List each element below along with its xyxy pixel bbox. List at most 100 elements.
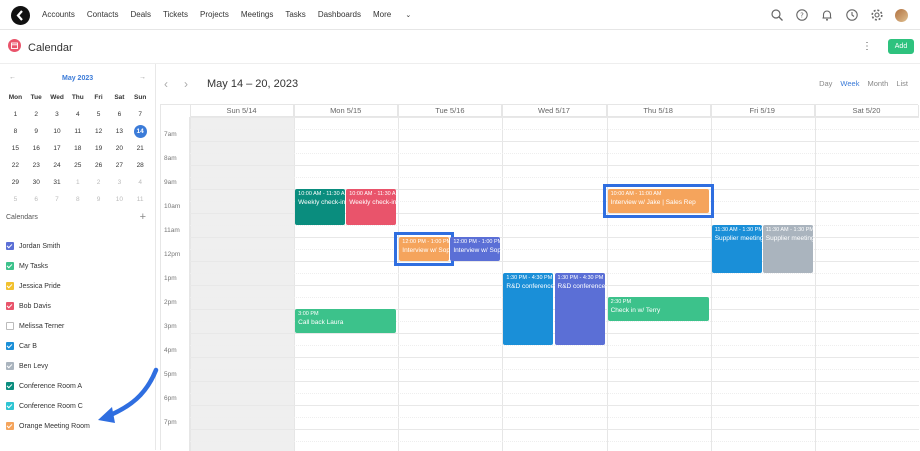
mini-day[interactable]: 15 bbox=[5, 140, 26, 157]
view-option-week[interactable]: Week bbox=[840, 79, 859, 88]
mini-day[interactable]: 2 bbox=[88, 174, 109, 191]
mini-day[interactable]: 31 bbox=[47, 174, 68, 191]
calendar-item[interactable]: Orange Meeting Room bbox=[6, 416, 90, 436]
mini-day[interactable]: 3 bbox=[109, 174, 130, 191]
nav-link-projects[interactable]: Projects bbox=[200, 10, 229, 19]
calendar-checkbox[interactable] bbox=[6, 362, 14, 370]
mini-day[interactable]: 29 bbox=[5, 174, 26, 191]
calendar-item[interactable]: My Tasks bbox=[6, 256, 90, 276]
mini-day[interactable]: 12 bbox=[88, 123, 109, 140]
mini-next-month-icon[interactable]: → bbox=[139, 74, 146, 81]
calendar-event[interactable]: 1:30 PM - 4:30 PM R&D conference bbox=[503, 273, 554, 345]
mini-calendar-month[interactable]: May 2023 bbox=[62, 75, 93, 82]
mini-day[interactable]: 6 bbox=[26, 191, 47, 208]
mini-day[interactable]: 1 bbox=[5, 106, 26, 123]
mini-day[interactable]: 10 bbox=[109, 191, 130, 208]
mini-day[interactable]: 28 bbox=[130, 157, 151, 174]
calendar-checkbox[interactable] bbox=[6, 262, 14, 270]
mini-day[interactable]: 4 bbox=[130, 174, 151, 191]
mini-day[interactable]: 7 bbox=[47, 191, 68, 208]
calendar-event[interactable]: 10:00 AM - 11:30 AM Weekly check-in bbox=[295, 189, 346, 225]
nav-link-deals[interactable]: Deals bbox=[130, 10, 150, 19]
mini-day[interactable]: 13 bbox=[109, 123, 130, 140]
calendar-item[interactable]: Jordan Smith bbox=[6, 236, 90, 256]
mini-day[interactable]: 11 bbox=[130, 191, 151, 208]
mini-day[interactable]: 5 bbox=[88, 106, 109, 123]
mini-day[interactable]: 24 bbox=[47, 157, 68, 174]
bell-icon[interactable] bbox=[820, 8, 834, 22]
search-icon[interactable] bbox=[770, 8, 784, 22]
mini-prev-month-icon[interactable]: ← bbox=[9, 74, 16, 81]
mini-day[interactable]: 3 bbox=[47, 106, 68, 123]
calendar-item[interactable]: Jessica Pride bbox=[6, 276, 90, 296]
calendar-item[interactable]: Melissa Terner bbox=[6, 316, 90, 336]
add-calendar-icon[interactable]: + bbox=[140, 211, 146, 223]
mini-day[interactable]: 26 bbox=[88, 157, 109, 174]
mini-day[interactable]: 25 bbox=[67, 157, 88, 174]
avatar[interactable] bbox=[895, 8, 908, 22]
nav-link-more[interactable]: More ⌄ bbox=[373, 10, 423, 19]
mini-day[interactable]: 20 bbox=[109, 140, 130, 157]
clock-icon[interactable] bbox=[845, 8, 859, 22]
next-week-icon[interactable]: › bbox=[184, 77, 188, 91]
calendar-event[interactable]: 12:00 PM - 1:00 PM Interview w/ Sophie bbox=[450, 237, 501, 261]
mini-day[interactable]: 11 bbox=[67, 123, 88, 140]
calendar-checkbox[interactable] bbox=[6, 242, 14, 250]
calendar-item[interactable]: Conference Room C bbox=[6, 396, 90, 416]
gear-icon[interactable] bbox=[870, 8, 884, 22]
calendar-checkbox[interactable] bbox=[6, 342, 14, 350]
mini-day[interactable]: 22 bbox=[5, 157, 26, 174]
calendar-checkbox[interactable] bbox=[6, 422, 14, 430]
calendar-checkbox[interactable] bbox=[6, 322, 14, 330]
mini-day[interactable]: 7 bbox=[130, 106, 151, 123]
nav-link-tasks[interactable]: Tasks bbox=[285, 10, 305, 19]
view-option-day[interactable]: Day bbox=[819, 79, 832, 88]
mini-day[interactable]: 9 bbox=[26, 123, 47, 140]
nav-link-dashboards[interactable]: Dashboards bbox=[318, 10, 361, 19]
calendar-item[interactable]: Car B bbox=[6, 336, 90, 356]
app-logo[interactable] bbox=[11, 6, 30, 25]
calendar-checkbox[interactable] bbox=[6, 302, 14, 310]
mini-day[interactable]: 5 bbox=[5, 191, 26, 208]
help-icon[interactable]: ? bbox=[795, 8, 809, 22]
mini-day[interactable]: 8 bbox=[5, 123, 26, 140]
calendar-item[interactable]: Conference Room A bbox=[6, 376, 90, 396]
calendar-item[interactable]: Ben Levy bbox=[6, 356, 90, 376]
mini-day[interactable]: 14 bbox=[130, 123, 151, 140]
mini-day[interactable]: 23 bbox=[26, 157, 47, 174]
event-time: 3:00 PM bbox=[298, 311, 319, 317]
more-options-icon[interactable]: ⋮ bbox=[862, 41, 872, 52]
calendar-checkbox[interactable] bbox=[6, 282, 14, 290]
add-button[interactable]: Add bbox=[888, 39, 914, 54]
mini-day[interactable]: 21 bbox=[130, 140, 151, 157]
calendar-event[interactable]: 10:00 AM - 11:30 AM Weekly check-in bbox=[346, 189, 397, 225]
calendar-event[interactable]: 11:30 AM - 1:30 PM Supplier meeting bbox=[762, 225, 813, 273]
calendar-item[interactable]: Bob Davis bbox=[6, 296, 90, 316]
mini-day[interactable]: 9 bbox=[88, 191, 109, 208]
mini-day[interactable]: 30 bbox=[26, 174, 47, 191]
mini-day[interactable]: 2 bbox=[26, 106, 47, 123]
nav-link-contacts[interactable]: Contacts bbox=[87, 10, 119, 19]
mini-day[interactable]: 17 bbox=[47, 140, 68, 157]
mini-day[interactable]: 16 bbox=[26, 140, 47, 157]
mini-day[interactable]: 1 bbox=[67, 174, 88, 191]
nav-link-tickets[interactable]: Tickets bbox=[163, 10, 188, 19]
mini-day[interactable]: 19 bbox=[88, 140, 109, 157]
mini-day[interactable]: 27 bbox=[109, 157, 130, 174]
calendar-event[interactable]: 3:00 PM Call back Laura bbox=[295, 309, 397, 333]
mini-day[interactable]: 6 bbox=[109, 106, 130, 123]
view-option-list[interactable]: List bbox=[896, 79, 908, 88]
calendar-checkbox[interactable] bbox=[6, 402, 14, 410]
view-option-month[interactable]: Month bbox=[867, 79, 888, 88]
calendar-event[interactable]: 2:30 PM Check in w/ Terry bbox=[607, 297, 709, 321]
calendar-event[interactable]: 11:30 AM - 1:30 PM Supplier meeting bbox=[711, 225, 762, 273]
nav-link-accounts[interactable]: Accounts bbox=[42, 10, 75, 19]
mini-day[interactable]: 10 bbox=[47, 123, 68, 140]
mini-day[interactable]: 8 bbox=[67, 191, 88, 208]
nav-link-meetings[interactable]: Meetings bbox=[241, 10, 273, 19]
mini-day[interactable]: 4 bbox=[67, 106, 88, 123]
prev-week-icon[interactable]: ‹ bbox=[164, 77, 168, 91]
mini-day[interactable]: 18 bbox=[67, 140, 88, 157]
calendar-checkbox[interactable] bbox=[6, 382, 14, 390]
calendar-event[interactable]: 1:30 PM - 4:30 PM R&D conference bbox=[554, 273, 605, 345]
